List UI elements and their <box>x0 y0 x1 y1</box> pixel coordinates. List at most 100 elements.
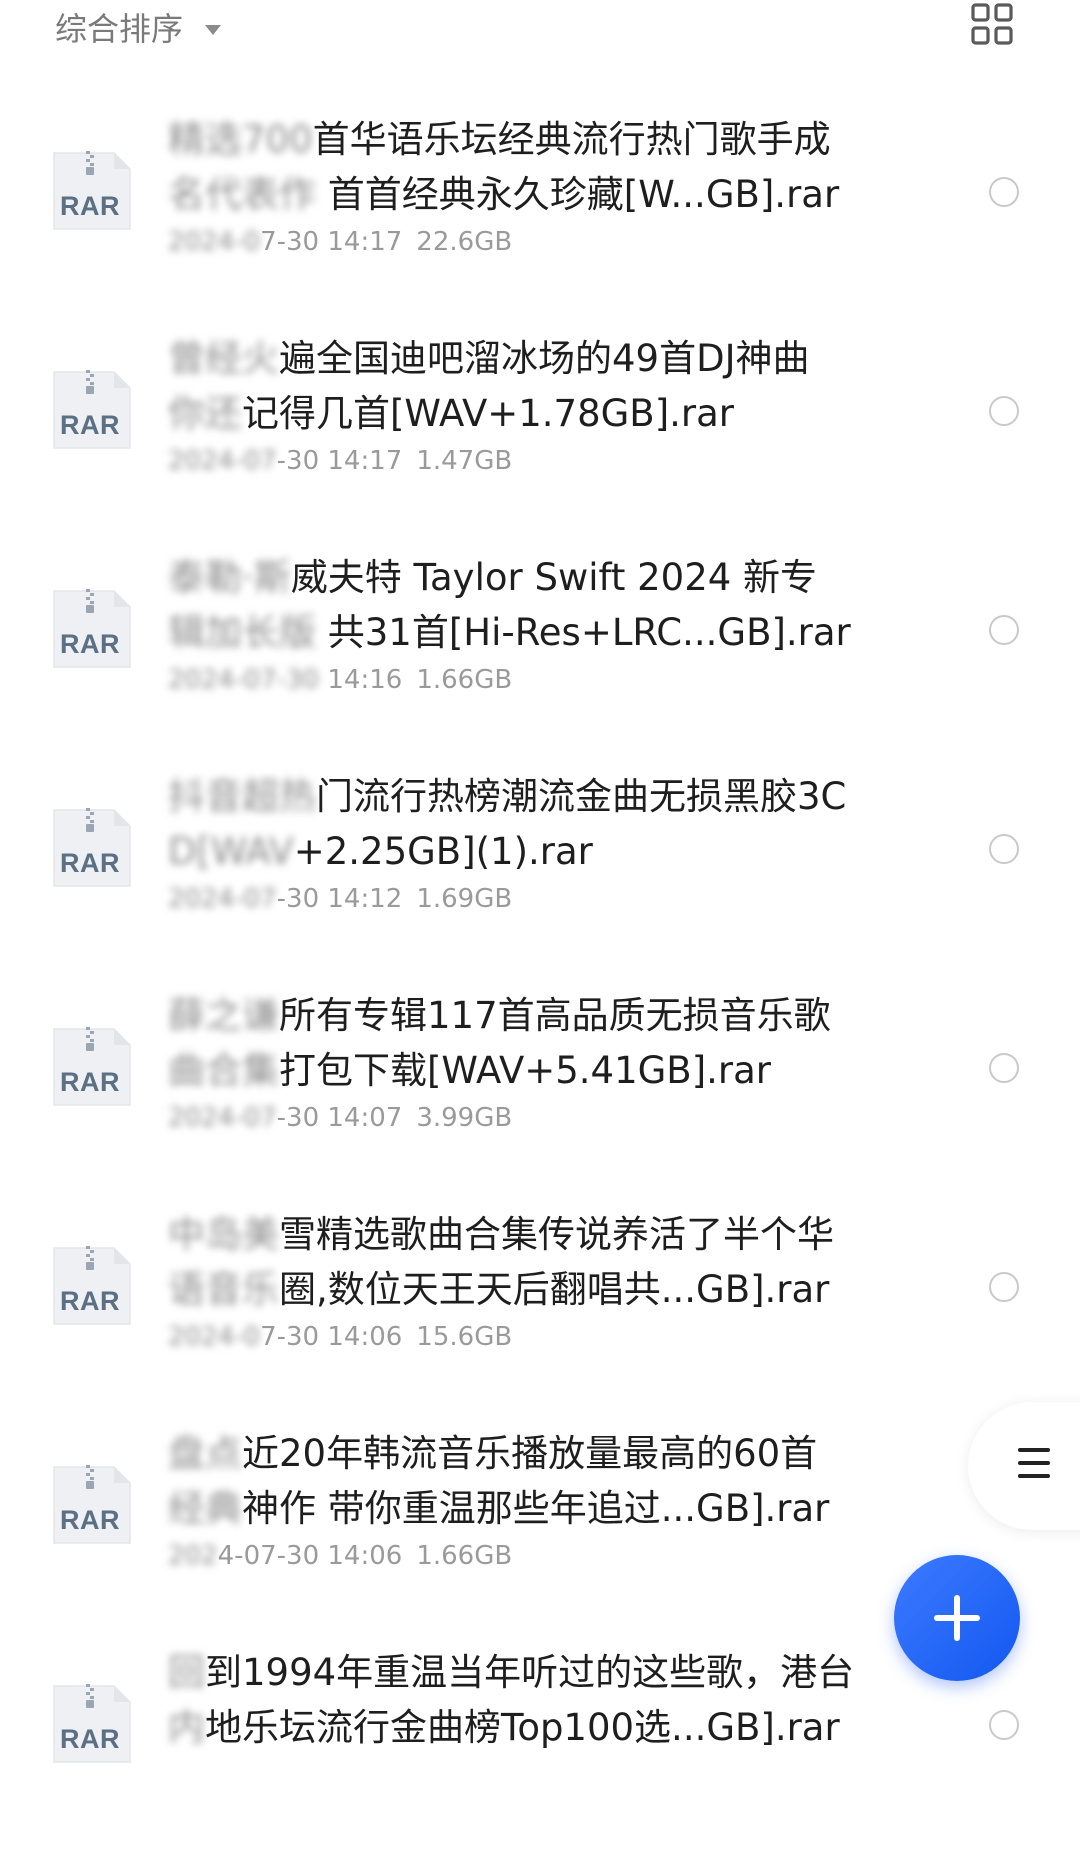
file-size: 22.6GB <box>416 227 513 257</box>
rar-file-icon: RAR <box>46 147 134 235</box>
grid-view-icon[interactable] <box>970 2 1014 46</box>
file-name-blurred: D[WAV <box>168 830 294 873</box>
file-type-label: RAR <box>60 1286 120 1316</box>
file-name-text: 门流行热榜潮流金曲无损黑胶3C <box>316 775 847 818</box>
file-name-text: 雪精选歌曲合集传说养活了半个华 <box>279 1213 834 1256</box>
file-name-blurred: 你还 <box>168 392 242 435</box>
file-meta: 2024-07-30 14:17 22.6GB <box>168 227 512 257</box>
file-name: 回到1994年重温当年听过的这些歌，港台 内地乐坛流行金曲榜Top100选...G… <box>168 1645 888 1755</box>
file-meta <box>168 1760 182 1790</box>
menu-icon <box>1018 1448 1050 1478</box>
select-radio[interactable] <box>989 1272 1019 1302</box>
file-type-label: RAR <box>60 410 120 440</box>
select-radio[interactable] <box>989 396 1019 426</box>
file-size: 1.69GB <box>416 884 513 914</box>
file-size: 1.66GB <box>416 1541 513 1571</box>
file-name: 曾经火遍全国迪吧溜冰场的49首DJ神曲 你还记得几首[WAV+1.78GB].ra… <box>168 331 888 441</box>
file-date: 7-30 14:06 <box>260 1322 403 1352</box>
file-name-blurred: 薛之谦 <box>168 994 279 1037</box>
file-name-blurred: 泰勒·斯 <box>168 556 291 599</box>
file-date: -30 14:12 <box>276 884 403 914</box>
file-name-text: 威夫特 Taylor Swift 2024 新专 <box>290 556 818 599</box>
file-name: 盘点近20年韩流音乐播放量最高的60首 经典神作 带你重温那些年追过...GB].… <box>168 1426 888 1536</box>
file-row[interactable]: RAR 精选700首华语乐坛经典流行热门歌手成名代表作 首首经典永久珍藏[W...… <box>0 100 1080 319</box>
add-button[interactable] <box>894 1555 1020 1681</box>
file-name-blurred: 中岛美 <box>168 1213 279 1256</box>
file-size: 1.47GB <box>416 446 513 476</box>
file-name-blurred: 辑加长版 <box>168 611 316 654</box>
file-meta: 2024-07-30 14:17 1.47GB <box>168 446 512 476</box>
file-name-text: 首华语乐坛经典流行热门歌手成 <box>312 118 831 161</box>
file-name-blurred: 经典 <box>168 1487 242 1530</box>
file-date-blurred: 2024-07 <box>168 446 277 476</box>
file-name: 泰勒·斯威夫特 Taylor Swift 2024 新专辑加长版 共31首[Hi… <box>168 550 888 660</box>
file-size: 15.6GB <box>416 1322 513 1352</box>
file-date: 14:16 <box>319 665 403 695</box>
file-name-blurred: 精选700 <box>168 118 313 161</box>
rar-file-icon: RAR <box>46 1023 134 1111</box>
file-meta: 2024-07-30 14:07 3.99GB <box>168 1103 512 1133</box>
file-name-blurred: 抖音超热 <box>168 775 316 818</box>
file-name-text: 所有专辑117首高品质无损音乐歌 <box>279 994 831 1037</box>
file-name-text: 遍全国迪吧溜冰场的49首DJ神曲 <box>279 337 810 380</box>
file-row[interactable]: RAR 抖音超热门流行热榜潮流金曲无损黑胶3C D[WAV+2.25GB](1).r… <box>0 757 1080 976</box>
rar-file-icon: RAR <box>46 366 134 454</box>
file-date-blurred: 2024-0 <box>168 1322 261 1352</box>
file-name-blurred: 回 <box>168 1651 205 1694</box>
file-name-text: 记得几首[WAV+1.78GB].rar <box>242 392 734 435</box>
file-date: -30 14:07 <box>276 1103 403 1133</box>
file-name-blurred: 盘点 <box>168 1432 242 1475</box>
file-date: 4-07-30 14:06 <box>217 1541 403 1571</box>
file-meta: 2024-07-30 14:06 1.66GB <box>168 1541 512 1571</box>
sort-dropdown[interactable]: 综合排序 <box>55 4 222 50</box>
file-name-text: 首首经典永久珍藏[W...GB].rar <box>316 173 840 216</box>
file-name-text: 圈,数位天王天后翻唱共...GB].rar <box>279 1268 830 1311</box>
file-name-text: 地乐坛流行金曲榜Top100选...GB].rar <box>205 1706 840 1749</box>
file-row[interactable]: RAR 中岛美雪精选歌曲合集传说养活了半个华 语音乐圈,数位天王天后翻唱共...GB… <box>0 1195 1080 1414</box>
top-toolbar: 综合排序 <box>0 0 1080 60</box>
file-size: 1.66GB <box>416 665 513 695</box>
file-name-text: +2.25GB](1).rar <box>293 830 593 873</box>
file-type-label: RAR <box>60 1724 120 1754</box>
file-type-label: RAR <box>60 848 120 878</box>
file-row[interactable]: RAR 薛之谦所有专辑117首高品质无损音乐歌 曲合集打包下载[WAV+5.41GB… <box>0 976 1080 1195</box>
select-radio[interactable] <box>989 834 1019 864</box>
file-name-text: 共31首[Hi-Res+LRC...GB].rar <box>316 611 851 654</box>
rar-file-icon: RAR <box>46 1680 134 1768</box>
file-type-label: RAR <box>60 1067 120 1097</box>
file-type-label: RAR <box>60 1505 120 1535</box>
file-row[interactable]: RAR 泰勒·斯威夫特 Taylor Swift 2024 新专辑加长版 共31首… <box>0 538 1080 757</box>
file-name-text: 神作 带你重温那些年追过...GB].rar <box>242 1487 830 1530</box>
file-date: 7-30 14:17 <box>260 227 403 257</box>
file-name: 薛之谦所有专辑117首高品质无损音乐歌 曲合集打包下载[WAV+5.41GB].r… <box>168 988 888 1098</box>
file-date-blurred: 2024-07-30 <box>168 665 320 695</box>
file-name-blurred: 曲合集 <box>168 1049 279 1092</box>
file-name-text: 打包下载[WAV+5.41GB].rar <box>279 1049 771 1092</box>
file-date: -30 14:17 <box>276 446 403 476</box>
file-name-blurred: 名代表作 <box>168 173 316 216</box>
file-meta: 2024-07-30 14:16 1.66GB <box>168 665 512 695</box>
file-meta: 2024-07-30 14:06 15.6GB <box>168 1322 512 1352</box>
caret-down-icon <box>205 25 222 35</box>
rar-file-icon: RAR <box>46 804 134 892</box>
rar-file-icon: RAR <box>46 585 134 673</box>
select-radio[interactable] <box>989 1053 1019 1083</box>
rar-file-icon: RAR <box>46 1461 134 1549</box>
file-date-blurred: 2024-07 <box>168 884 277 914</box>
select-radio[interactable] <box>989 1710 1019 1740</box>
select-radio[interactable] <box>989 615 1019 645</box>
file-name-blurred: 曾经火 <box>168 337 279 380</box>
file-name-text: 到1994年重温当年听过的这些歌，港台 <box>205 1651 855 1694</box>
file-name-blurred: 内 <box>168 1706 205 1749</box>
file-name-text: 近20年韩流音乐播放量最高的60首 <box>242 1432 818 1475</box>
rar-file-icon: RAR <box>46 1242 134 1330</box>
select-radio[interactable] <box>989 177 1019 207</box>
file-name: 精选700首华语乐坛经典流行热门歌手成名代表作 首首经典永久珍藏[W...GB]… <box>168 112 888 222</box>
file-name: 抖音超热门流行热榜潮流金曲无损黑胶3C D[WAV+2.25GB](1).rar <box>168 769 888 879</box>
file-date-blurred: 202 <box>168 1541 218 1571</box>
file-row[interactable]: RAR 曾经火遍全国迪吧溜冰场的49首DJ神曲 你还记得几首[WAV+1.78GB]… <box>0 319 1080 538</box>
file-type-label: RAR <box>60 191 120 221</box>
file-name-blurred: 语音乐 <box>168 1268 279 1311</box>
file-date-blurred: 2024-0 <box>168 227 261 257</box>
file-meta: 2024-07-30 14:12 1.69GB <box>168 884 512 914</box>
